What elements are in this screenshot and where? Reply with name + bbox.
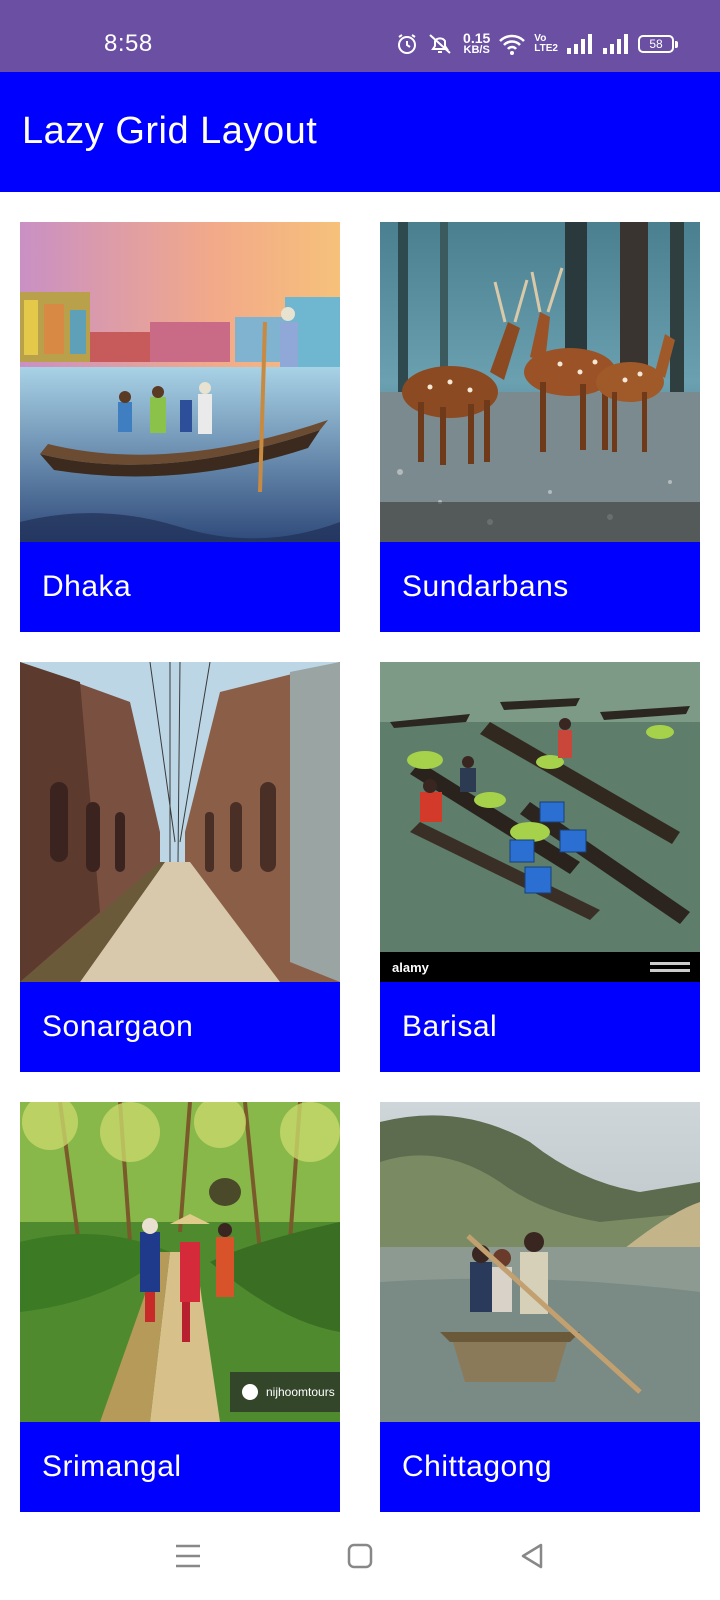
wifi-icon — [498, 32, 526, 56]
grid-card-srimangal[interactable]: nijhoomtours Srimangal — [20, 1102, 340, 1512]
card-image-srimangal: nijhoomtours — [20, 1102, 340, 1422]
system-nav-bar — [0, 1512, 720, 1600]
home-icon[interactable] — [338, 1534, 382, 1578]
volte-bottom: LTE2 — [534, 43, 558, 54]
card-label: Sonargaon — [20, 982, 340, 1072]
grid-card-chittagong[interactable]: Chittagong — [380, 1102, 700, 1512]
app-title: Lazy Grid Layout — [22, 110, 318, 152]
grid-card-sonargaon[interactable]: Sonargaon — [20, 662, 340, 1072]
volte-indicator: Vo LTE2 — [534, 34, 558, 54]
menu-icon[interactable] — [166, 1534, 210, 1578]
battery-level: 58 — [638, 35, 674, 53]
card-label: Dhaka — [20, 542, 340, 632]
signal-icon-2 — [602, 33, 630, 55]
card-image-chittagong — [380, 1102, 700, 1422]
card-image-barisal: alamy — [380, 662, 700, 982]
watermark-alamy: alamy — [392, 960, 430, 975]
back-icon[interactable] — [510, 1534, 554, 1578]
card-label: Sundarbans — [380, 542, 700, 632]
grid-card-sundarbans[interactable]: Sundarbans — [380, 222, 700, 632]
mute-icon — [427, 32, 455, 56]
alarm-icon — [395, 32, 419, 56]
grid-card-dhaka[interactable]: Dhaka — [20, 222, 340, 632]
card-image-dhaka — [20, 222, 340, 542]
card-label: Barisal — [380, 982, 700, 1072]
net-speed: 0.15 KB/S — [463, 31, 490, 56]
status-icons: 0.15 KB/S Vo LTE2 58 — [395, 30, 678, 58]
card-image-sonargaon — [20, 662, 340, 982]
status-bar: 8:58 0.15 KB/S Vo LTE2 58 — [0, 0, 720, 72]
net-speed-unit: KB/S — [463, 44, 490, 56]
signal-icon — [566, 33, 594, 55]
app-bar: Lazy Grid Layout — [0, 72, 720, 192]
card-image-sundarbans — [380, 222, 700, 542]
lazy-grid[interactable]: Dhaka Sundarbans Sonargaon alamy Barisal… — [20, 222, 700, 1512]
battery-icon: 58 — [638, 35, 678, 53]
status-time: 8:58 — [104, 30, 153, 57]
card-label: Srimangal — [20, 1422, 340, 1512]
card-label: Chittagong — [380, 1422, 700, 1512]
watermark-nijhoomtours: nijhoomtours — [266, 1385, 335, 1399]
grid-card-barisal[interactable]: alamy Barisal — [380, 662, 700, 1072]
